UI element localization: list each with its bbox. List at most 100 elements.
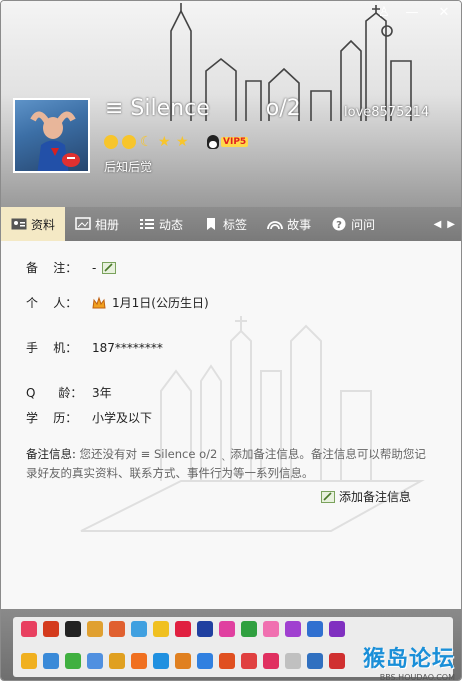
bookmark-icon (207, 218, 216, 230)
qq-penguin-icon (207, 135, 219, 149)
add-note-link[interactable]: 添加备注信息 (321, 488, 411, 505)
pet-service-icon[interactable] (65, 653, 81, 669)
music-service-icon[interactable] (307, 621, 323, 637)
pai-service-icon[interactable] (175, 653, 191, 669)
education-label: 学 历： (26, 411, 78, 425)
skin-button[interactable]: ♙ (373, 5, 395, 21)
tab-label: 资料 (31, 217, 56, 232)
person-value: 1月1日(公历生日) (112, 296, 209, 310)
flame-service-icon[interactable] (219, 653, 235, 669)
nba-service-icon[interactable] (197, 621, 213, 637)
service-icons-row-1 (21, 621, 345, 637)
education-row: 学 历： 小学及以下 (26, 409, 152, 426)
app-service-icon[interactable] (87, 653, 103, 669)
id-card-icon (11, 218, 27, 230)
avatar-image (30, 111, 80, 171)
star-level-icon: ★ (176, 134, 189, 150)
yellow-diamond-service-icon[interactable] (153, 621, 169, 637)
question-icon: ? (332, 217, 346, 231)
rose-diamond-service-icon[interactable] (263, 621, 279, 637)
tab-scroll-arrows: ◀ ▶ (434, 207, 461, 241)
group-service-icon[interactable] (263, 653, 279, 669)
cloud-service-icon[interactable] (285, 653, 301, 669)
qq-service-icon[interactable] (43, 653, 59, 669)
shield-service-icon[interactable] (87, 621, 103, 637)
tab-story[interactable]: 故事 (257, 207, 321, 241)
qage-value: 3年 (92, 386, 112, 400)
tab-album[interactable]: 相册 (65, 207, 129, 241)
diamond-service-icon[interactable] (131, 621, 147, 637)
edit-remark-icon[interactable] (102, 261, 117, 274)
service-icons-row-2 (21, 653, 345, 669)
remark-label: 备 注： (26, 261, 78, 275)
scroll-left-icon[interactable]: ◀ (434, 219, 442, 230)
tab-label: 标签 (223, 217, 248, 232)
signature: 后知后觉 (104, 160, 153, 174)
phone-row: 手 机： 187******** (26, 339, 163, 356)
note-info-label: 备注信息: (26, 447, 76, 461)
forum-watermark: 猴岛论坛 BBS.HOUDAO.COM (362, 641, 455, 681)
mail-service-icon[interactable] (109, 621, 125, 637)
tab-profile[interactable]: 资料 (1, 207, 66, 241)
tab-label: 故事 (287, 217, 312, 232)
pink-diamond-service-icon[interactable] (219, 621, 235, 637)
sun-level-icon (122, 135, 136, 149)
pai-blue-service-icon[interactable] (197, 653, 213, 669)
scroll-right-icon[interactable]: ▶ (447, 219, 455, 230)
globe-service-icon[interactable] (153, 653, 169, 669)
edit-note-icon (321, 490, 335, 503)
qage-row: Q 龄： 3年 (26, 384, 112, 401)
star-level-icon: ★ (158, 134, 171, 150)
note-info: 备注信息: 您还没有对 ≡ Silence o/2 ˎ 添加备注信息。备注信息可… (26, 445, 426, 483)
star-service-icon[interactable] (21, 653, 37, 669)
purple-diamond-service-icon[interactable] (285, 621, 301, 637)
list-icon (140, 219, 155, 229)
violet-diamond-service-icon[interactable] (329, 621, 345, 637)
nickname: ≡ Silence o/2 (105, 96, 301, 121)
security-service-icon[interactable] (307, 653, 323, 669)
red-service-icon[interactable] (329, 653, 345, 669)
watermark-url: BBS.HOUDAO.COM (379, 673, 455, 681)
orange-service-icon[interactable] (131, 653, 147, 669)
tab-label: 动态 (159, 217, 184, 232)
red-diamond-service-icon[interactable] (175, 621, 191, 637)
person-row: 个 人： 1月1日(公历生日) (26, 294, 209, 311)
remark-value: - (92, 260, 97, 275)
avatar[interactable] (13, 98, 90, 173)
green-diamond-service-icon[interactable] (241, 621, 257, 637)
tab-tags[interactable]: 标签 (193, 207, 257, 241)
bag-service-icon[interactable] (109, 653, 125, 669)
phone-label: 手 机： (26, 341, 78, 355)
tab-label: 相册 (95, 217, 120, 232)
moon-level-icon: ☾ (140, 134, 153, 150)
heart-service-icon[interactable] (21, 621, 37, 637)
charge-service-icon[interactable] (241, 653, 257, 669)
watermark-title: 猴岛论坛 (362, 647, 455, 672)
person-label: 个 人： (26, 296, 78, 310)
note-info-text: 您还没有对 ≡ Silence o/2 ˎ 添加备注信息。备注信息可以帮助您记录… (26, 447, 426, 480)
profile-details: 备 注： - 个 人： 1月1日(公历生日) 手 机： 187******** … (1, 241, 461, 609)
profile-window: ♙ — ✕ ≡ Silence o/2 love8575214 ☾ ★ ★ VI… (0, 0, 462, 681)
profile-header: ♙ — ✕ ≡ Silence o/2 love8575214 ☾ ★ ★ VI… (1, 1, 461, 207)
svg-text:?: ? (336, 220, 342, 231)
album-icon (75, 217, 91, 230)
crown-icon (92, 295, 106, 308)
add-note-label: 添加备注信息 (339, 490, 412, 504)
remark-row: 备 注： - (26, 259, 117, 276)
tab-label: 问问 (351, 217, 376, 232)
education-value: 小学及以下 (92, 411, 153, 425)
service-icons-bar: 猴岛论坛 BBS.HOUDAO.COM (1, 609, 461, 681)
vip-level: VIP5 (221, 137, 249, 147)
qage-label: Q 龄： (26, 386, 83, 400)
vip-badge[interactable]: VIP5 (207, 135, 249, 149)
game-service-icon[interactable] (65, 621, 81, 637)
minimize-button[interactable]: — (401, 5, 423, 21)
level-icons[interactable]: ☾ ★ ★ (104, 135, 190, 149)
penguin-service-icon[interactable] (43, 621, 59, 637)
rainbow-icon (267, 221, 283, 230)
sun-level-icon (104, 135, 118, 149)
tab-feed[interactable]: 动态 (129, 207, 193, 241)
tab-qa[interactable]: ? 问问 (321, 207, 385, 241)
profile-tabs: 资料 相册 动态 标签 故事 ? 问问 ◀ ▶ (1, 207, 461, 241)
close-button[interactable]: ✕ (433, 5, 455, 21)
